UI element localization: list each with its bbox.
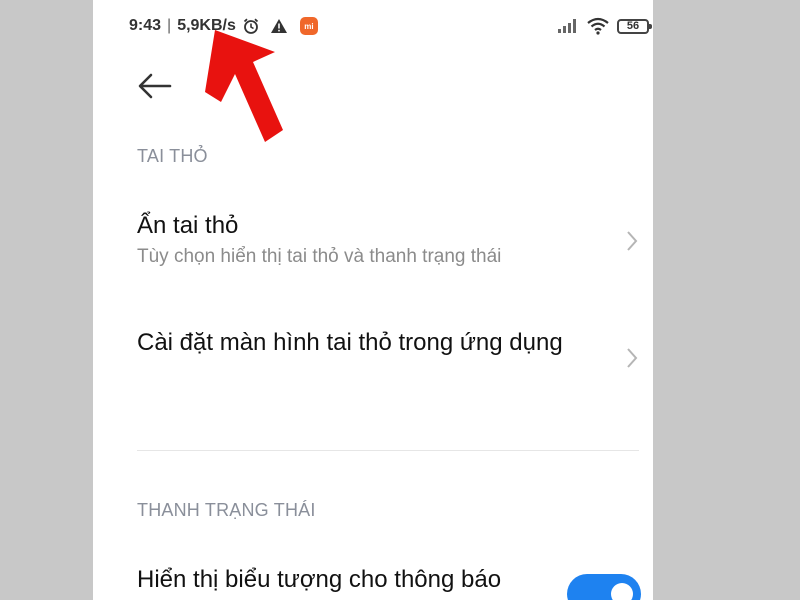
status-time: 9:43 xyxy=(129,17,162,34)
chevron-right-icon xyxy=(627,348,638,368)
app-notch-settings-item[interactable]: Cài đặt màn hình tai thỏ trong ứng dụng xyxy=(137,327,639,368)
toggle-knob xyxy=(611,583,633,600)
show-notification-icons-title: Hiển thị biểu tượng cho thông báo xyxy=(137,566,502,593)
show-notification-icons-item[interactable]: Hiển thị biểu tượng cho thông báo xyxy=(137,564,639,596)
annotation-arrow xyxy=(205,30,283,142)
battery-level: 56 xyxy=(626,19,640,32)
hide-notch-title: Ẩn tai thỏ xyxy=(137,212,239,239)
status-bar-right: 56 xyxy=(557,15,652,37)
app-notch-settings-title: Cài đặt màn hình tai thỏ trong ứng dụng xyxy=(137,329,563,356)
show-notification-icons-toggle[interactable] xyxy=(567,574,641,600)
status-separator: | xyxy=(167,17,172,34)
signal-icon xyxy=(557,18,579,34)
section-divider xyxy=(137,450,639,451)
section-label-notch: TAI THỎ xyxy=(137,146,208,166)
mi-app-label: mi xyxy=(304,21,314,31)
settings-screen: 9:43 | 5,9KB/s mi 56 TAI THỎ Ẩn tai thỏ … xyxy=(93,0,653,600)
mi-app-icon: mi xyxy=(299,17,318,35)
battery-icon: 56 xyxy=(617,18,652,34)
hide-notch-item[interactable]: Ẩn tai thỏ Tùy chọn hiển thị tai thỏ và … xyxy=(137,210,639,268)
back-button[interactable] xyxy=(137,70,173,102)
chevron-right-icon xyxy=(627,231,638,251)
wifi-icon xyxy=(587,17,609,35)
hide-notch-subtitle: Tùy chọn hiển thị tai thỏ và thanh trạng… xyxy=(137,246,502,267)
section-label-status-bar: THANH TRẠNG THÁI xyxy=(137,500,316,520)
arrow-left-icon xyxy=(138,73,172,99)
